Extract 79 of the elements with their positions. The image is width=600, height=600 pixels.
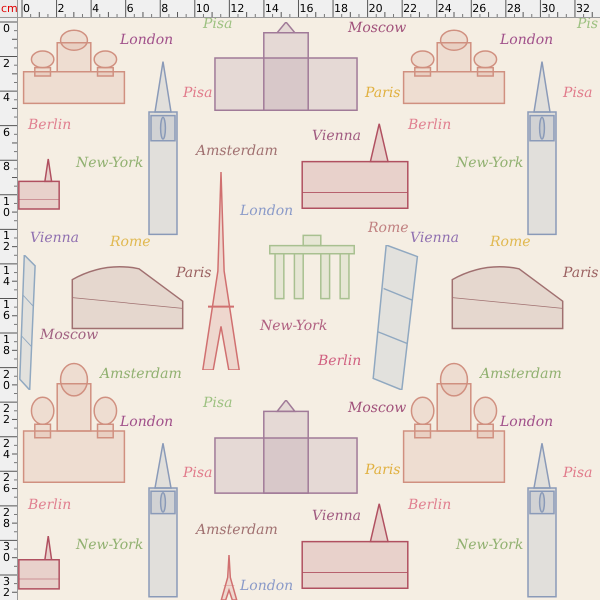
ruler-number: 2 (3, 58, 11, 69)
city-name: New-York (76, 155, 144, 171)
ruler-number: 16 (299, 3, 314, 14)
city-name: Rome (368, 220, 409, 236)
city-name: Amsterdam (480, 366, 562, 382)
city-name: London (240, 203, 294, 219)
ruler-number: 8 (161, 3, 168, 14)
ruler-number: 26 (3, 472, 11, 494)
ruler-number: 28 (3, 506, 11, 529)
city-name: Paris (563, 265, 598, 281)
ruler-number: 24 (3, 438, 11, 460)
city-name: Pisa (183, 465, 212, 481)
city-name: Berlin (408, 497, 452, 513)
ruler-number: 22 (3, 403, 11, 426)
city-name: New-York (260, 318, 328, 334)
city-name: Moscow (348, 20, 406, 36)
ruler-number: 22 (403, 3, 418, 14)
city-name: Berlin (318, 353, 362, 369)
city-name: Moscow (40, 327, 98, 343)
city-name: New-York (456, 155, 524, 171)
ruler-number: 6 (126, 3, 134, 14)
ruler-number: 10 (3, 196, 11, 218)
ruler-number: 16 (3, 299, 11, 322)
ruler-number: 20 (3, 368, 11, 391)
city-name: London (240, 578, 294, 594)
city-name: Amsterdam (100, 366, 182, 382)
city-name: Vienna (312, 128, 362, 144)
unit-label: cm (0, 0, 18, 18)
city-name: Rome (490, 234, 531, 250)
ruler-number: 30 (541, 3, 556, 14)
city-name: Vienna (30, 230, 80, 246)
city-name: Paris (176, 265, 212, 281)
city-name: London (500, 32, 554, 48)
ruler-number: 4 (3, 92, 11, 104)
ruler-number: 6 (3, 126, 11, 138)
ruler-number: 32 (576, 3, 590, 14)
city-name: Moscow (348, 400, 406, 416)
city-name: Vienna (410, 230, 460, 246)
ruler-number: 4 (92, 3, 100, 14)
ruler-number: 8 (3, 161, 11, 172)
city-name: Pisa (203, 18, 232, 32)
city-name: Pisa (563, 85, 592, 101)
ruler-number: 24 (438, 3, 452, 14)
town-hall-drawing (18, 535, 60, 590)
ruler-number: 18 (3, 334, 11, 356)
lattice-tower-drawing (220, 555, 238, 600)
city-name: Berlin (408, 117, 452, 133)
city-name: London (120, 414, 174, 430)
ruler-number: 2 (58, 3, 65, 14)
ruler-number: 10 (196, 3, 210, 14)
city-name: Pisa (183, 85, 212, 101)
ruler-number: 12 (3, 230, 11, 252)
town-hall-drawing (18, 158, 60, 210)
ruler-number: 14 (264, 3, 279, 14)
ruler-number: 0 (23, 3, 30, 14)
city-name: Rome (110, 234, 151, 250)
city-name: Pisa (563, 465, 592, 481)
ruler-number: 0 (3, 23, 11, 34)
city-name: London (120, 32, 174, 48)
ruler-number: 26 (472, 3, 486, 14)
city-name: Pisa (203, 395, 232, 411)
ruler-number: 32 (3, 576, 11, 598)
city-name: New-York (76, 537, 144, 553)
city-name: Pis (577, 18, 598, 32)
city-name: Paris (365, 85, 400, 101)
city-name: Paris (365, 462, 400, 478)
ruler-number: 30 (3, 541, 11, 564)
city-name: Berlin (28, 117, 72, 133)
ruler-number: 12 (230, 3, 244, 14)
city-name: New-York (456, 537, 524, 553)
city-name: Vienna (312, 508, 362, 524)
ruler-number: 18 (334, 3, 348, 14)
city-name: Amsterdam (196, 143, 278, 159)
ruler-number: 14 (3, 264, 11, 287)
city-name: Berlin (28, 497, 72, 513)
ruler-number: 20 (368, 3, 383, 14)
city-name: London (500, 414, 554, 430)
ruler-number: 28 (506, 3, 521, 14)
city-name: Amsterdam (196, 522, 278, 538)
